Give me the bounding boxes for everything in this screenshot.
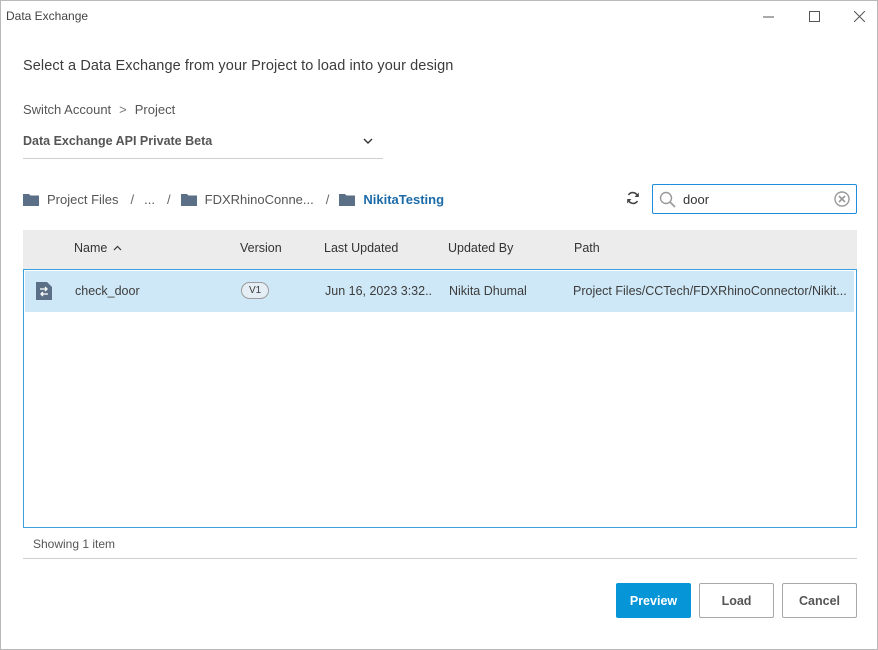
path-item-label: Project Files — [47, 191, 119, 207]
cell-last-updated: Jun 16, 2023 3:32... — [325, 284, 433, 298]
path-separator: / — [130, 191, 135, 207]
search-input[interactable] — [683, 190, 828, 208]
path-item-ellipsis[interactable]: ... — [144, 192, 155, 207]
load-button[interactable]: Load — [699, 583, 774, 618]
data-exchange-file-icon — [36, 282, 52, 300]
folder-icon — [339, 193, 356, 206]
table-body: check_door V1 Jun 16, 2023 3:32... Nikit… — [23, 269, 857, 528]
switch-account-link[interactable]: Switch Account — [23, 102, 111, 117]
refresh-icon — [627, 191, 639, 205]
search-field[interactable] — [652, 184, 857, 214]
version-badge: V1 — [241, 282, 270, 299]
search-icon — [659, 191, 676, 208]
column-header-version[interactable]: Version — [240, 241, 282, 255]
maximize-button[interactable] — [791, 1, 837, 31]
column-header-path[interactable]: Path — [574, 241, 600, 255]
project-crumb[interactable]: Project — [135, 102, 175, 117]
column-header-name[interactable]: Name — [74, 241, 122, 255]
project-select-value: Data Exchange API Private Beta — [23, 134, 213, 148]
column-header-last-updated[interactable]: Last Updated — [324, 241, 398, 255]
account-breadcrumb: Switch Account > Project — [23, 102, 175, 117]
data-exchange-window: Data Exchange Select a Data Exchange fro… — [0, 0, 878, 650]
refresh-button[interactable] — [625, 190, 643, 208]
table-row[interactable]: check_door V1 Jun 16, 2023 3:32... Nikit… — [25, 271, 854, 312]
path-separator: / — [325, 191, 330, 207]
table-header: Name Version Last Updated Updated By Pat… — [23, 230, 857, 269]
project-select[interactable]: Data Exchange API Private Beta — [23, 129, 383, 159]
column-header-updated-by[interactable]: Updated By — [448, 241, 513, 255]
clear-search-icon[interactable] — [834, 191, 850, 207]
column-header-label: Name — [74, 241, 108, 255]
preview-button[interactable]: Preview — [616, 583, 691, 618]
minimize-button[interactable] — [745, 1, 791, 31]
breadcrumb-separator: > — [119, 102, 127, 117]
path-separator: / — [167, 191, 171, 207]
cell-updated-by: Nikita Dhumal — [449, 284, 527, 298]
path-item-label: NikitaTesting — [363, 191, 445, 207]
cell-name: check_door — [75, 284, 140, 298]
path-item-nikitatesting[interactable]: NikitaTesting — [339, 192, 444, 207]
chevron-down-icon — [363, 138, 373, 144]
window-title: Data Exchange — [6, 9, 89, 23]
close-button[interactable] — [836, 1, 878, 31]
path-item-label: ... — [144, 191, 155, 207]
path-item-project-files[interactable]: Project Files — [23, 192, 119, 207]
maximize-icon — [808, 10, 820, 22]
dialog-heading: Select a Data Exchange from your Project… — [23, 58, 454, 74]
close-icon — [853, 10, 865, 22]
folder-icon — [23, 193, 39, 206]
title-bar: Data Exchange — [1, 1, 877, 31]
folder-icon — [180, 193, 197, 206]
cell-path: Project Files/CCTech/FDXRhinoConnector/N… — [573, 284, 847, 298]
footer-divider — [23, 558, 857, 559]
cancel-button[interactable]: Cancel — [782, 583, 857, 618]
path-item-label: FDXRhinoConne... — [204, 191, 314, 207]
minimize-icon — [762, 16, 774, 17]
path-item-fdxrhinoconnector[interactable]: FDXRhinoConne... — [180, 191, 314, 207]
folder-path-breadcrumb: Project Files / ... / FDXRhinoConne... /… — [23, 189, 444, 209]
item-count-status: Showing 1 item — [33, 537, 116, 551]
sort-ascending-icon — [113, 245, 122, 251]
